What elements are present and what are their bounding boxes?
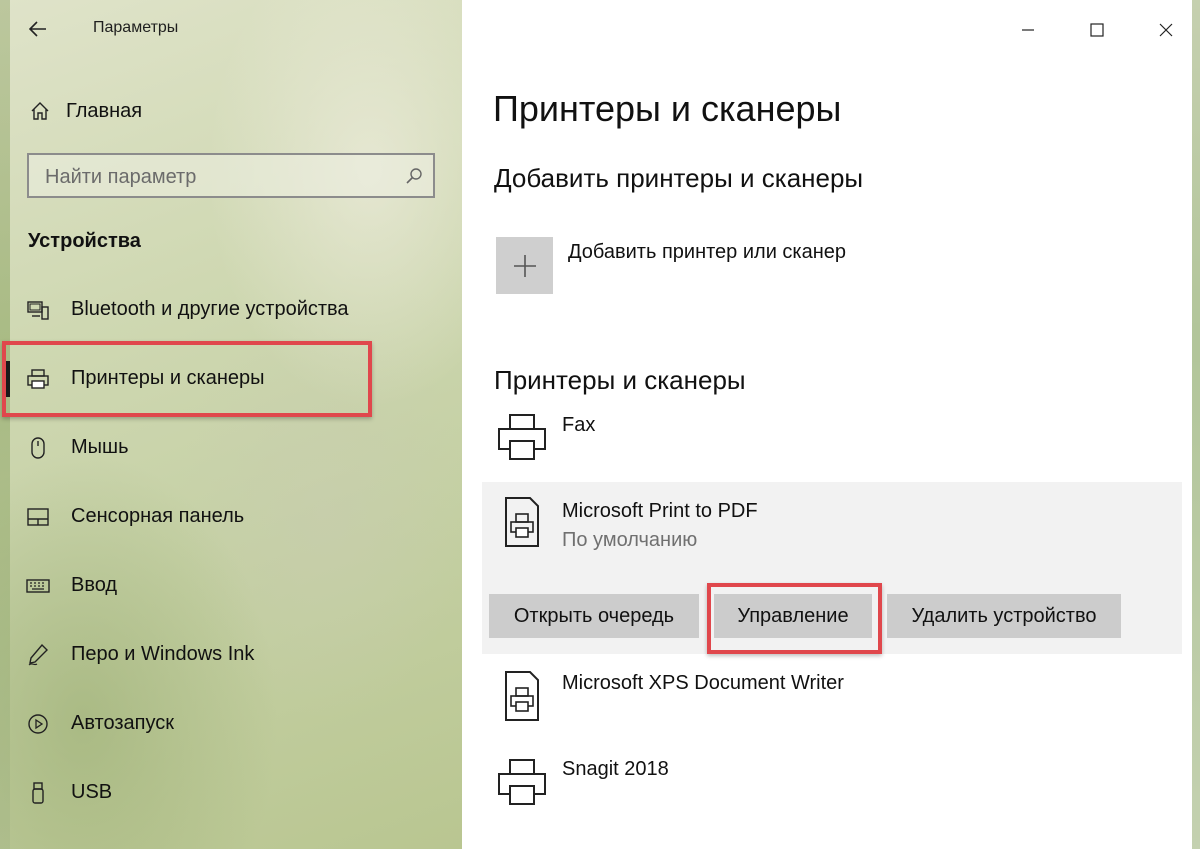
sidebar-item-autoplay[interactable]: Автозапуск <box>0 689 462 758</box>
sidebar-item-label: Ввод <box>71 574 118 596</box>
usb-icon <box>26 781 50 805</box>
settings-window: Параметры Главная Найти параметр Устройс… <box>0 0 1200 849</box>
sidebar-item-usb[interactable]: USB <box>0 758 462 827</box>
wallpaper-edge <box>1192 0 1200 849</box>
home-icon <box>31 102 49 120</box>
active-indicator <box>6 360 10 397</box>
sidebar-item-bluetooth[interactable]: Bluetooth и другие устройства <box>0 275 462 344</box>
back-arrow-icon <box>29 21 46 37</box>
sidebar-item-touchpad[interactable]: Сенсорная панель <box>0 482 462 551</box>
printer-name: Microsoft Print to PDF <box>562 500 758 522</box>
window-controls <box>993 0 1200 60</box>
open-queue-button[interactable]: Открыть очередь <box>489 594 699 638</box>
printer-document-icon <box>496 496 548 548</box>
search-placeholder: Найти параметр <box>45 166 197 188</box>
minimize-button[interactable] <box>993 0 1062 60</box>
maximize-icon <box>1089 23 1104 37</box>
printer-icon <box>26 367 50 391</box>
close-icon <box>1159 23 1172 37</box>
printer-icon <box>496 411 548 463</box>
content-pane: Принтеры и сканеры Добавить принтеры и с… <box>462 0 1200 849</box>
sidebar-item-label: Сенсорная панель <box>71 505 245 527</box>
sidebar-item-label: Автозапуск <box>71 712 175 734</box>
sidebar-item-label: Мышь <box>71 436 129 458</box>
manage-button[interactable]: Управление <box>714 594 872 638</box>
back-button[interactable] <box>22 14 54 44</box>
printer-status: По умолчанию <box>562 529 698 551</box>
sidebar-item-label: Принтеры и сканеры <box>71 367 265 389</box>
plus-icon <box>513 254 536 277</box>
printer-document-icon <box>496 670 548 722</box>
search-icon <box>406 168 422 184</box>
remove-device-button[interactable]: Удалить устройство <box>887 594 1121 638</box>
sidebar: Параметры Главная Найти параметр Устройс… <box>0 0 462 849</box>
printer-item-xps[interactable]: Microsoft XPS Document Writer <box>482 662 1182 742</box>
pen-icon <box>26 643 50 667</box>
printer-name: Fax <box>562 414 596 436</box>
mouse-icon <box>26 436 50 460</box>
minimize-icon <box>1021 29 1034 31</box>
add-section-title: Добавить принтеры и сканеры <box>494 163 864 193</box>
add-printer-label[interactable]: Добавить принтер или сканер <box>568 241 846 264</box>
app-title: Параметры <box>93 19 179 36</box>
home-label: Главная <box>66 99 143 122</box>
sidebar-item-mouse[interactable]: Мышь <box>0 413 462 482</box>
add-printer-button[interactable] <box>496 237 553 294</box>
page-title: Принтеры и сканеры <box>493 88 842 129</box>
sidebar-item-pen[interactable]: Перо и Windows Ink <box>0 620 462 689</box>
sidebar-nav: Bluetooth и другие устройства Принтеры и… <box>0 275 462 827</box>
printer-name: Microsoft XPS Document Writer <box>562 672 844 694</box>
printer-item-fax[interactable]: Fax <box>482 405 1182 475</box>
printer-item-snagit[interactable]: Snagit 2018 <box>482 748 1182 828</box>
printers-section-title: Принтеры и сканеры <box>494 365 746 395</box>
search-input[interactable]: Найти параметр <box>27 153 435 198</box>
home-nav-item[interactable]: Главная <box>22 94 422 128</box>
printer-name: Snagit 2018 <box>562 758 669 780</box>
sidebar-item-label: Bluetooth и другие устройства <box>71 298 349 320</box>
autoplay-icon <box>26 712 50 736</box>
printer-icon <box>496 756 548 808</box>
section-title: Устройства <box>28 230 141 252</box>
sidebar-item-label: Перо и Windows Ink <box>71 643 255 665</box>
close-button[interactable] <box>1131 0 1200 60</box>
sidebar-item-printers[interactable]: Принтеры и сканеры <box>0 344 462 413</box>
touchpad-icon <box>26 505 50 529</box>
sidebar-item-label: USB <box>71 781 113 803</box>
keyboard-icon <box>26 574 50 598</box>
bluetooth-devices-icon <box>26 298 50 322</box>
sidebar-item-typing[interactable]: Ввод <box>0 551 462 620</box>
maximize-button[interactable] <box>1062 0 1131 60</box>
